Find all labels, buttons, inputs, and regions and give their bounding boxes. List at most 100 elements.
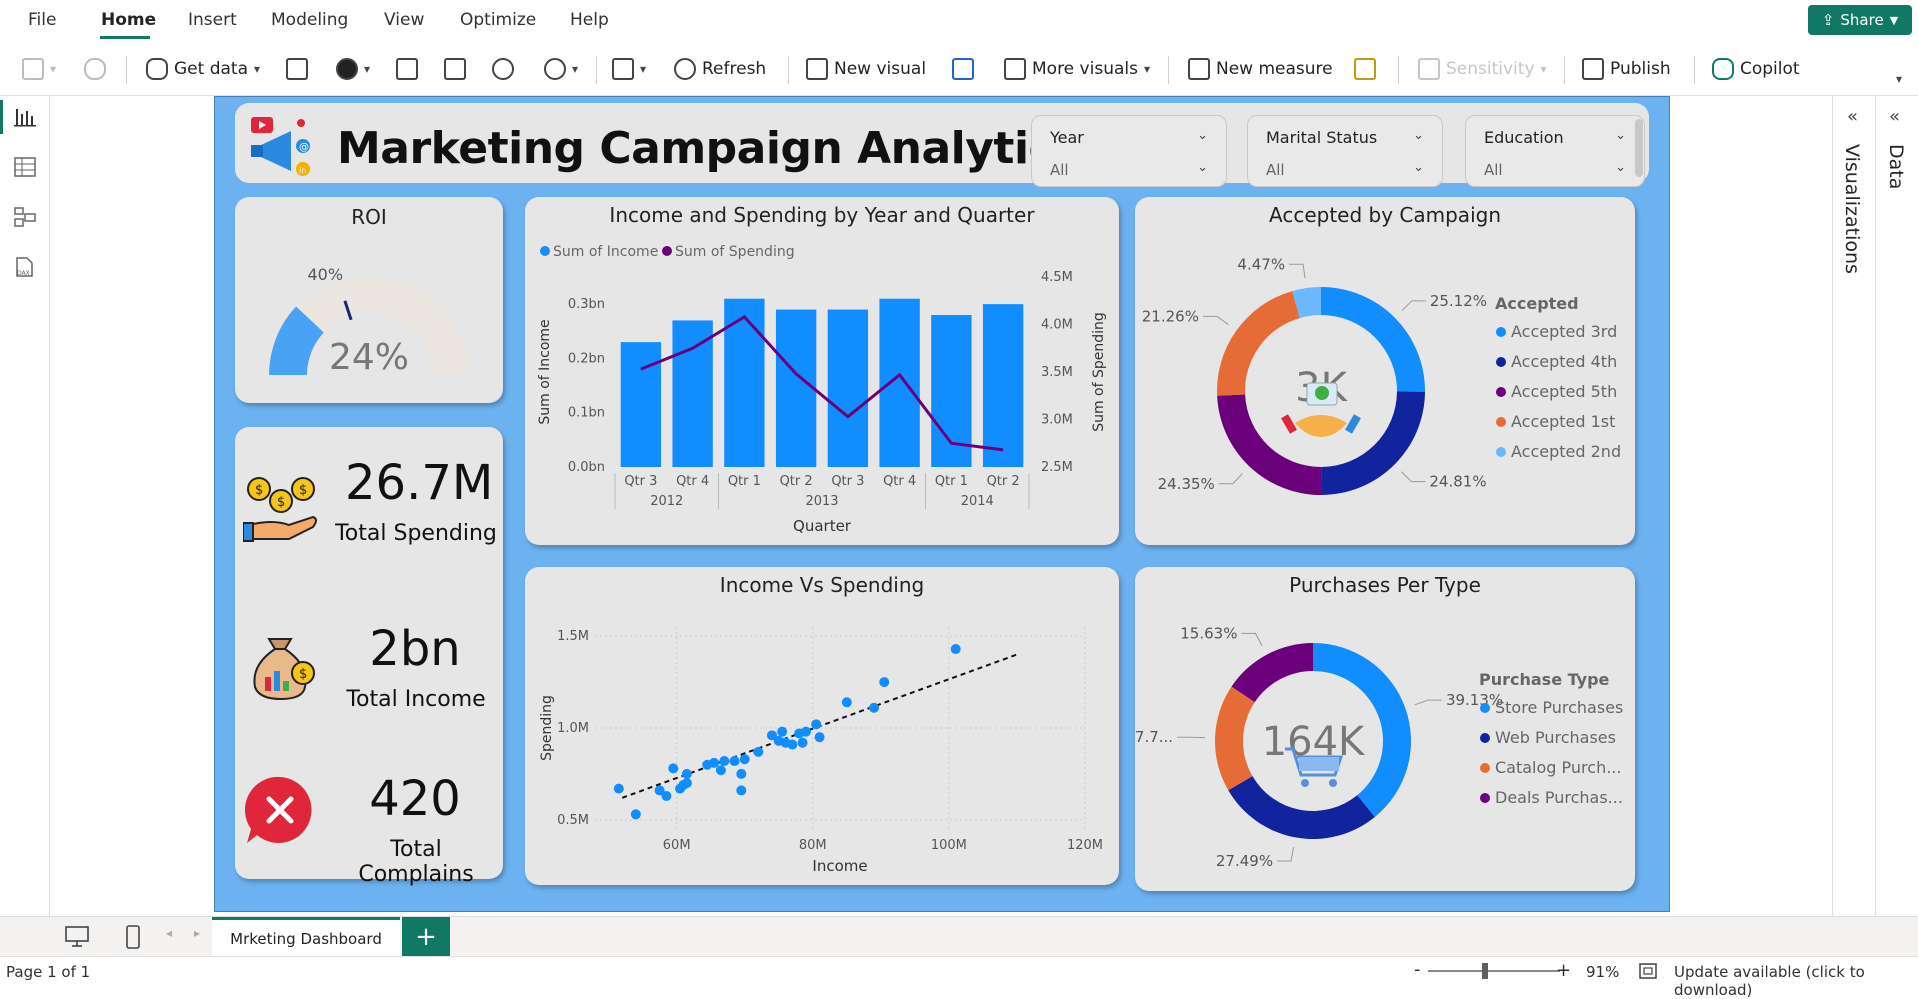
roi-card[interactable]: ROI 40% 24% [235, 197, 503, 403]
report-page: @ in Marketing Campaign Analytics Year ⌄… [214, 96, 1670, 912]
expand-data-icon[interactable]: « [1889, 106, 1900, 127]
legend-marker [1480, 763, 1490, 773]
mobile-layout-icon[interactable] [124, 924, 142, 950]
data-label: 4.47% [1237, 255, 1285, 273]
zoom-in-button[interactable]: + [1556, 960, 1571, 981]
enter-data-button[interactable] [444, 52, 466, 86]
y2-tick-label: 2.5M [1041, 460, 1073, 475]
slicer-marital-status[interactable]: Marital Status ⌄ All ⌄ [1247, 115, 1443, 187]
legend-marker [1496, 417, 1506, 427]
svg-text:in: in [299, 166, 306, 175]
chevron-down-icon: ▾ [1541, 62, 1547, 76]
zoom-slider-thumb[interactable] [1482, 963, 1488, 979]
desktop-layout-icon[interactable] [64, 925, 90, 949]
chevron-down-icon[interactable]: ⌄ [1413, 160, 1424, 175]
data-label: 25.12% [1430, 292, 1487, 310]
fit-to-page-icon[interactable] [1638, 962, 1658, 980]
chevron-down-icon[interactable]: ⌄ [1413, 128, 1424, 143]
chevron-down-icon[interactable]: ⌄ [1197, 160, 1208, 175]
slicer-year[interactable]: Year ⌄ All ⌄ [1031, 115, 1227, 187]
menu-optimize[interactable]: Optimize [460, 10, 536, 30]
paste-button[interactable]: ▾ [22, 52, 56, 86]
purchases-per-type-card[interactable]: Purchases Per Type 39.13%27.49%17.7...15… [1135, 567, 1635, 891]
legend-label: Sum of Income [553, 244, 658, 260]
leader-line [1415, 700, 1442, 705]
separator [788, 56, 789, 84]
x-axis-title: Income [812, 857, 867, 875]
previous-page-icon[interactable]: ◂ [166, 926, 172, 940]
chevron-down-icon: ▾ [50, 62, 56, 76]
slicer-education[interactable]: Education ⌄ All ⌄ [1465, 115, 1645, 187]
dataverse-icon [492, 58, 514, 80]
get-data-button[interactable]: Get data▾ [146, 52, 260, 86]
slicer-value[interactable]: All [1484, 161, 1503, 179]
new-measure-button[interactable]: New measure [1188, 52, 1333, 86]
menu-view[interactable]: View [384, 10, 424, 30]
text-box-button[interactable] [952, 52, 974, 86]
x-tick-label: 120M [1067, 838, 1103, 853]
onelake-button[interactable]: ▾ [336, 52, 370, 86]
chevron-down-icon[interactable]: ⌄ [1615, 128, 1626, 143]
clock-icon [544, 58, 566, 80]
chevron-down-icon[interactable]: ⌄ [1197, 128, 1208, 143]
separator [1564, 56, 1565, 84]
separator [1398, 56, 1399, 84]
refresh-button[interactable]: Refresh [674, 52, 766, 86]
x-tick-label: Qtr 3 [831, 474, 864, 489]
page-indicator: Page 1 of 1 [6, 963, 90, 981]
chevron-down-icon[interactable]: ⌄ [1615, 160, 1626, 175]
share-button[interactable]: ⇪ Share ▼ [1808, 5, 1912, 35]
more-visuals-button[interactable]: More visuals▾ [1004, 52, 1150, 86]
legend-item: Accepted 3rd [1511, 322, 1617, 341]
data-pane-tab[interactable]: Data [1885, 144, 1907, 189]
report-view-icon[interactable] [13, 106, 37, 128]
sensitivity-button[interactable]: Sensitivity▾ [1418, 52, 1547, 86]
zoom-slider[interactable] [1428, 970, 1560, 972]
dax-query-view-icon[interactable]: DAX [13, 256, 37, 278]
ribbon-collapse-button[interactable]: ▾ [1896, 62, 1902, 96]
menu-modeling[interactable]: Modeling [271, 10, 348, 30]
legend-item: Accepted 5th [1511, 382, 1617, 401]
y-tick-label: 0.3bn [568, 297, 605, 312]
zoom-out-button[interactable]: - [1414, 959, 1421, 980]
share-label: Share [1840, 11, 1883, 29]
copilot-button[interactable]: Copilot [1712, 52, 1800, 86]
menu-insert[interactable]: Insert [188, 10, 237, 30]
x-tick-label: Qtr 1 [728, 474, 761, 489]
slicer-value[interactable]: All [1266, 161, 1285, 179]
visualizations-pane-tab[interactable]: Visualizations [1841, 144, 1863, 274]
new-visual-button[interactable]: New visual [806, 52, 926, 86]
model-view-icon[interactable] [13, 206, 37, 228]
quick-measure-button[interactable] [1354, 52, 1376, 86]
text-box-icon [952, 58, 974, 80]
income-spending-chart-card[interactable]: Income and Spending by Year and Quarter … [525, 197, 1119, 545]
format-painter-button[interactable] [84, 52, 106, 86]
accepted-campaign-card[interactable]: Accepted by Campaign 25.12%24.81%24.35%2… [1135, 197, 1635, 545]
update-notice[interactable]: Update available (click to download) [1674, 963, 1918, 999]
scatter-point [614, 784, 624, 794]
menu-file[interactable]: File [28, 10, 56, 30]
recent-sources-button[interactable]: ▾ [544, 52, 578, 86]
transform-data-button[interactable]: ▾ [612, 52, 646, 86]
sql-button[interactable] [396, 52, 418, 86]
income-vs-spending-card[interactable]: Income Vs Spending 60M80M100M120M0.5M1.0… [525, 567, 1119, 885]
expand-visualizations-icon[interactable]: « [1847, 106, 1858, 127]
slicer-scrollbar[interactable] [1635, 119, 1643, 177]
next-page-icon[interactable]: ▸ [194, 926, 200, 940]
y-tick-label: 0.5M [557, 813, 589, 828]
slicer-value[interactable]: All [1050, 161, 1069, 179]
table-view-icon[interactable] [13, 156, 37, 178]
excel-button[interactable] [286, 52, 308, 86]
page-tab-marketing-dashboard[interactable]: Mrketing Dashboard [212, 917, 400, 957]
x-tick-label: Qtr 4 [883, 474, 916, 489]
publish-label: Publish [1610, 59, 1671, 79]
menu-home[interactable]: Home [101, 10, 156, 30]
check-badge-icon [1315, 386, 1329, 400]
add-page-button[interactable]: + [402, 917, 450, 957]
menu-help[interactable]: Help [570, 10, 609, 30]
dataverse-button[interactable] [492, 52, 514, 86]
x-tick-label: Qtr 2 [780, 474, 813, 489]
publish-button[interactable]: Publish [1582, 52, 1671, 86]
leader-line [1241, 633, 1262, 645]
page-tabs-bar: ◂ ▸ Mrketing Dashboard + [0, 916, 1918, 956]
